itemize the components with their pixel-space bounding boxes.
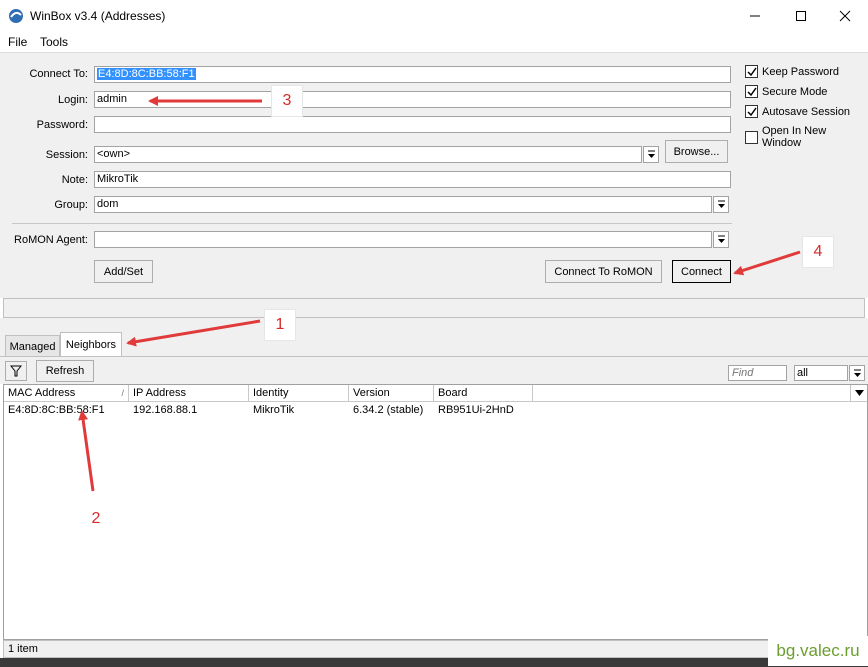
column-header-ip[interactable]: IP Address [129, 385, 249, 402]
autosave-session-option[interactable]: Autosave Session [745, 105, 850, 118]
romon-agent-label: RoMON Agent: [14, 234, 88, 246]
note-label: Note: [61, 174, 88, 186]
filter-select[interactable]: all [794, 365, 848, 381]
filter-button[interactable] [5, 361, 27, 381]
login-label: Login: [58, 94, 88, 106]
form-divider [12, 223, 732, 224]
open-in-new-window-option[interactable]: Open In New Window [745, 125, 868, 149]
session-label: Session: [45, 149, 88, 161]
refresh-button[interactable]: Refresh [36, 360, 94, 382]
checkmark-icon [746, 87, 757, 96]
annotation-4: 4 [802, 236, 834, 268]
connect-button[interactable]: Connect [672, 260, 731, 283]
chevron-down-icon [647, 150, 655, 158]
connect-to-label: Connect To: [29, 68, 88, 80]
romon-agent-input[interactable] [94, 231, 712, 248]
menu-bar [0, 32, 868, 52]
menu-file[interactable]: File [8, 35, 27, 49]
minimize-button[interactable] [732, 0, 778, 32]
column-header-board[interactable]: Board [434, 385, 533, 402]
maximize-button[interactable] [778, 0, 824, 32]
menu-tools[interactable]: Tools [40, 35, 68, 49]
chevron-down-icon [717, 235, 725, 243]
annotation-2: 2 [91, 510, 101, 527]
cell-identity: MikroTik [253, 404, 295, 416]
tab-managed[interactable]: Managed [5, 335, 60, 357]
open-in-new-window-checkbox[interactable] [745, 130, 758, 144]
cell-version: 6.34.2 (stable) [353, 404, 424, 416]
column-header-version[interactable]: Version [349, 385, 434, 402]
column-header-mac-label: MAC Address [8, 387, 76, 399]
checkmark-icon [746, 107, 757, 116]
autosave-session-label: Autosave Session [762, 105, 851, 118]
session-dropdown-button[interactable] [643, 146, 659, 163]
login-input[interactable]: admin [94, 91, 731, 108]
find-input[interactable] [728, 365, 787, 381]
connect-to-input[interactable]: E4:8D:8C:BB:58:F1 [94, 66, 731, 83]
browse-button[interactable]: Browse... [665, 140, 728, 163]
note-input[interactable]: MikroTik [94, 171, 731, 188]
chevron-down-icon [717, 200, 725, 208]
checkmark-icon [746, 67, 757, 76]
taskbar-strip [0, 658, 868, 667]
session-input[interactable]: <own> [94, 146, 642, 163]
secure-mode-option[interactable]: Secure Mode [745, 85, 827, 98]
watermark: bg.valec.ru [768, 636, 868, 666]
filter-icon [10, 365, 22, 377]
neighbors-table: MAC Address / IP Address Identity Versio… [3, 384, 868, 640]
group-label: Group: [54, 199, 88, 211]
header-filler [533, 385, 851, 402]
cell-ip: 192.168.88.1 [133, 404, 198, 416]
column-header-mac[interactable]: MAC Address / [4, 385, 129, 402]
password-label: Password: [36, 119, 88, 131]
group-input[interactable]: dom [94, 196, 712, 213]
keep-password-label: Keep Password [762, 65, 840, 78]
sort-icon: / [121, 388, 124, 398]
annotation-3: 3 [271, 85, 303, 117]
secure-mode-label: Secure Mode [762, 85, 828, 98]
annotation-1: 1 [264, 309, 296, 341]
tab-area [0, 318, 868, 356]
window-title: WinBox v3.4 (Addresses) [30, 9, 166, 23]
romon-agent-dropdown-button[interactable] [713, 231, 729, 248]
close-button[interactable] [822, 0, 868, 32]
item-count-status: 1 item [3, 640, 868, 658]
close-icon [839, 10, 851, 22]
add-set-button[interactable]: Add/Set [94, 260, 153, 283]
columns-menu-button[interactable] [850, 385, 867, 402]
connect-to-romon-button[interactable]: Connect To RoMON [545, 260, 662, 283]
winbox-app-icon [8, 8, 24, 24]
filter-select-dropdown[interactable] [849, 365, 865, 381]
maximize-icon [796, 11, 806, 21]
chevron-down-icon [854, 390, 864, 396]
chevron-down-icon [853, 369, 861, 377]
group-dropdown-button[interactable] [713, 196, 729, 213]
cell-board: RB951Ui-2HnD [438, 404, 514, 416]
minimize-icon [750, 15, 760, 17]
tab-neighbors[interactable]: Neighbors [60, 332, 122, 357]
connect-to-value: E4:8D:8C:BB:58:F1 [97, 68, 196, 80]
open-in-new-window-label: Open In New Window [761, 125, 827, 149]
secure-mode-checkbox[interactable] [745, 85, 758, 98]
cell-mac: E4:8D:8C:BB:58:F1 [8, 404, 105, 416]
password-input[interactable] [94, 116, 731, 133]
autosave-session-checkbox[interactable] [745, 105, 758, 118]
column-header-identity[interactable]: Identity [249, 385, 349, 402]
status-strip [3, 298, 865, 318]
table-row[interactable]: E4:8D:8C:BB:58:F1 192.168.88.1 MikroTik … [4, 403, 533, 419]
keep-password-checkbox[interactable] [745, 65, 758, 78]
keep-password-option[interactable]: Keep Password [745, 65, 839, 78]
